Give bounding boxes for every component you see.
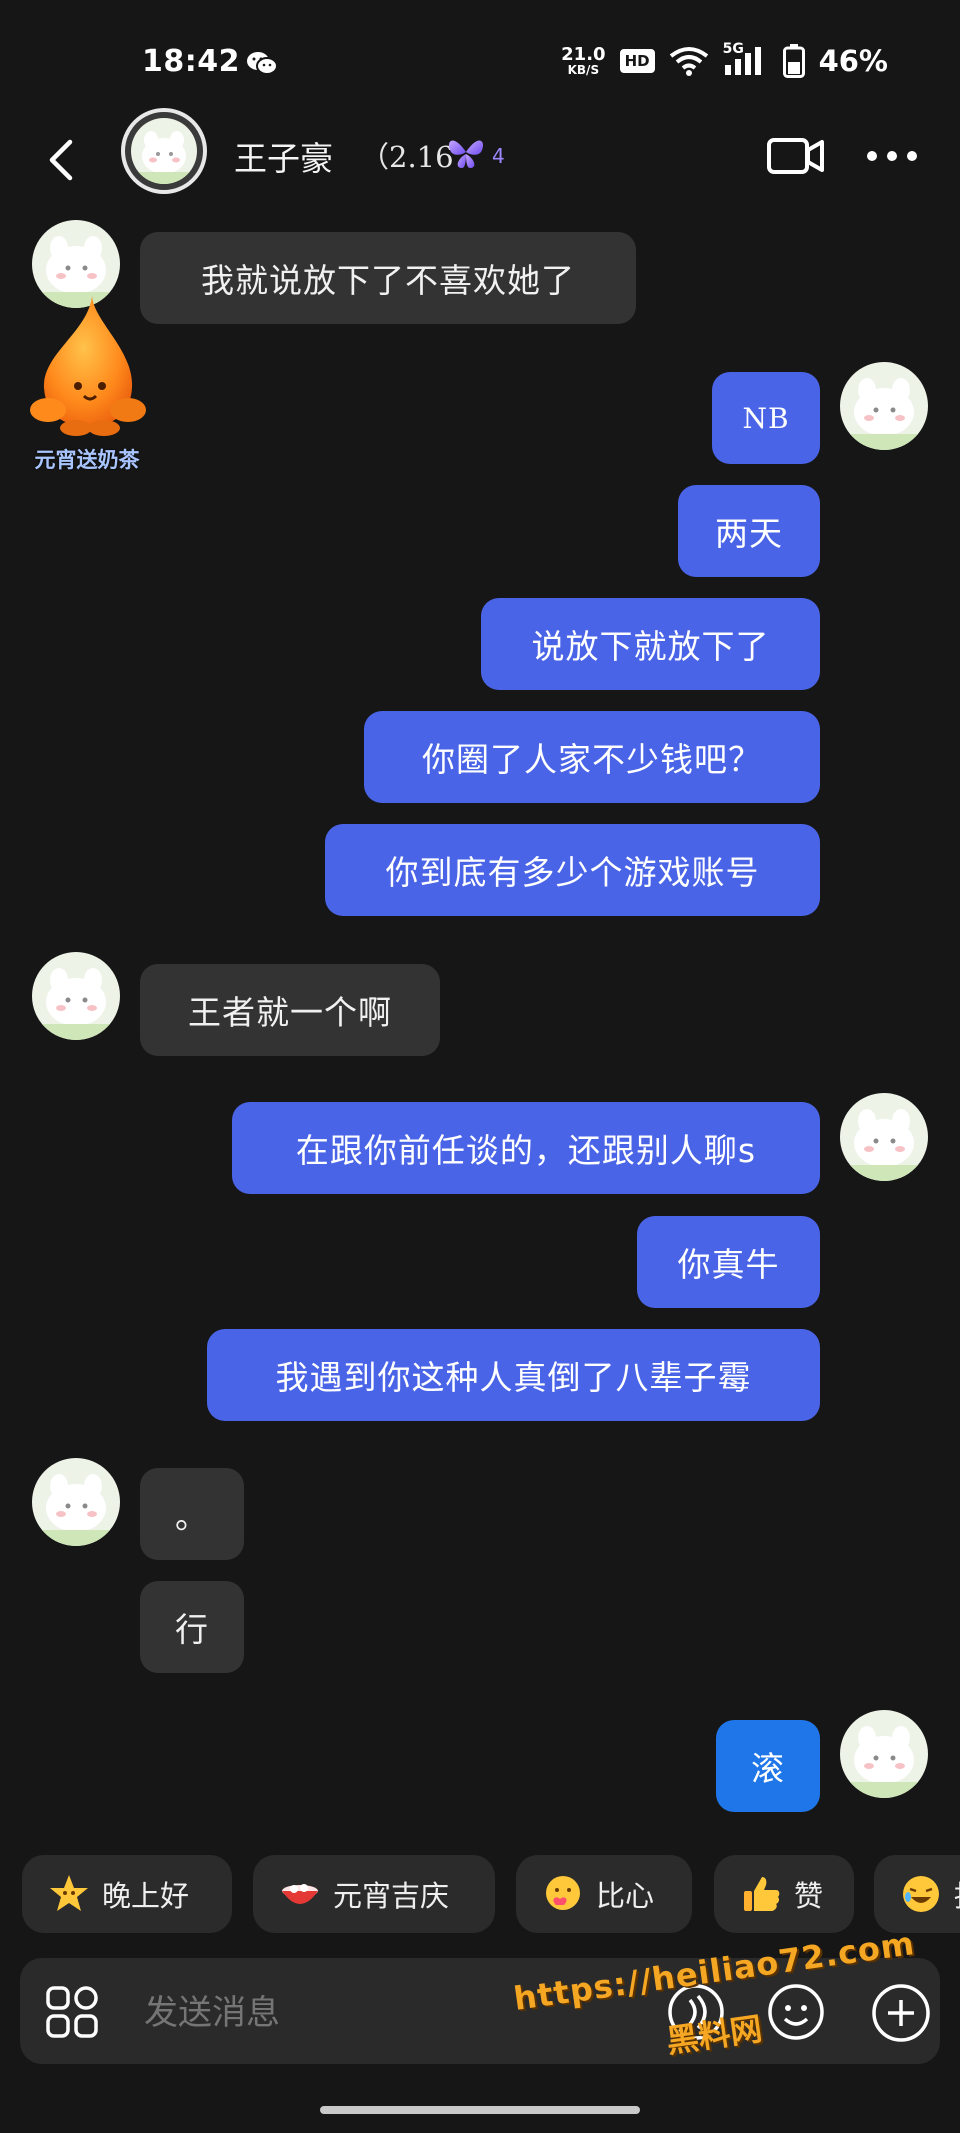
contact-date: （2.16	[360, 140, 454, 174]
my-avatar[interactable]	[840, 362, 928, 450]
quick-reply-chip[interactable]: 元宵吉庆	[253, 1855, 495, 1933]
apps-grid-icon[interactable]	[44, 1984, 100, 2040]
wechat-notification-icon	[247, 52, 278, 75]
battery-icon	[782, 44, 805, 78]
network-speed: 21.0 KB/S	[561, 44, 606, 77]
heart-hands-icon	[546, 1876, 580, 1910]
gift-label: 元宵送奶茶	[34, 448, 140, 472]
chat-header: 王子豪 （2.16 4	[0, 108, 960, 212]
laughing-face-icon	[903, 1876, 939, 1912]
message-bubble-outgoing[interactable]: 你到底有多少个游戏账号	[325, 824, 820, 916]
my-avatar[interactable]	[840, 1093, 928, 1181]
battery-percent: 46%	[818, 44, 888, 78]
level-badge: 4	[492, 144, 505, 168]
hd-badge: HD	[619, 49, 655, 73]
contact-name: 王子豪	[234, 139, 333, 178]
contact-avatar[interactable]	[121, 108, 207, 194]
bowl-icon	[282, 1884, 318, 1904]
message-bubble-incoming[interactable]: 行	[140, 1581, 244, 1673]
wifi-icon	[669, 47, 708, 76]
message-bubble-outgoing[interactable]: 我遇到你这种人真倒了八辈子霉	[207, 1329, 820, 1421]
message-bubble-outgoing[interactable]: 滚	[716, 1720, 820, 1812]
quick-reply-bar: 晚上好 元宵吉庆 比心 赞 抱	[0, 1855, 960, 1935]
back-button[interactable]	[40, 134, 84, 186]
star-face-icon	[50, 1875, 88, 1911]
message-bubble-outgoing[interactable]: 在跟你前任谈的，还跟别人聊s	[232, 1102, 820, 1194]
emoji-picker-icon[interactable]	[766, 1982, 826, 2042]
gift-sticker[interactable]: 元宵送奶茶	[22, 292, 152, 472]
message-bubble-incoming[interactable]: 。	[140, 1468, 244, 1560]
my-avatar[interactable]	[840, 1710, 928, 1798]
status-time: 18:42	[142, 44, 240, 79]
message-bubble-outgoing[interactable]: 你圈了人家不少钱吧？	[364, 711, 820, 803]
thumbs-up-icon	[744, 1877, 780, 1911]
message-bubble-incoming[interactable]: 王者就一个啊	[140, 964, 440, 1056]
milk-tea-drop-icon	[30, 296, 146, 436]
video-call-button[interactable]	[766, 134, 826, 178]
status-bar: 18:42 21.0 KB/S HD 5G 46%	[0, 0, 960, 125]
contact-avatar-small[interactable]	[32, 952, 120, 1040]
butterfly-icon	[448, 140, 484, 168]
message-bubble-outgoing[interactable]: NB	[712, 372, 820, 464]
message-bubble-outgoing[interactable]: 说放下就放下了	[481, 598, 820, 690]
quick-reply-chip[interactable]: 比心	[516, 1855, 692, 1933]
message-bubble-incoming[interactable]: 我就说放下了不喜欢她了	[140, 232, 636, 324]
quick-reply-chip[interactable]: 晚上好	[22, 1855, 232, 1933]
message-bubble-outgoing[interactable]: 两天	[678, 485, 820, 577]
home-indicator[interactable]	[320, 2106, 640, 2114]
quick-reply-chip[interactable]: 赞	[714, 1855, 854, 1933]
more-options-button[interactable]	[866, 146, 918, 166]
plus-icon[interactable]	[870, 1982, 932, 2044]
message-bubble-outgoing[interactable]: 你真牛	[637, 1216, 820, 1308]
message-input[interactable]	[142, 1986, 566, 2040]
cellular-signal-icon: 5G	[723, 41, 769, 77]
contact-avatar-small[interactable]	[32, 1458, 120, 1546]
quick-reply-chip[interactable]: 抱	[874, 1855, 960, 1933]
